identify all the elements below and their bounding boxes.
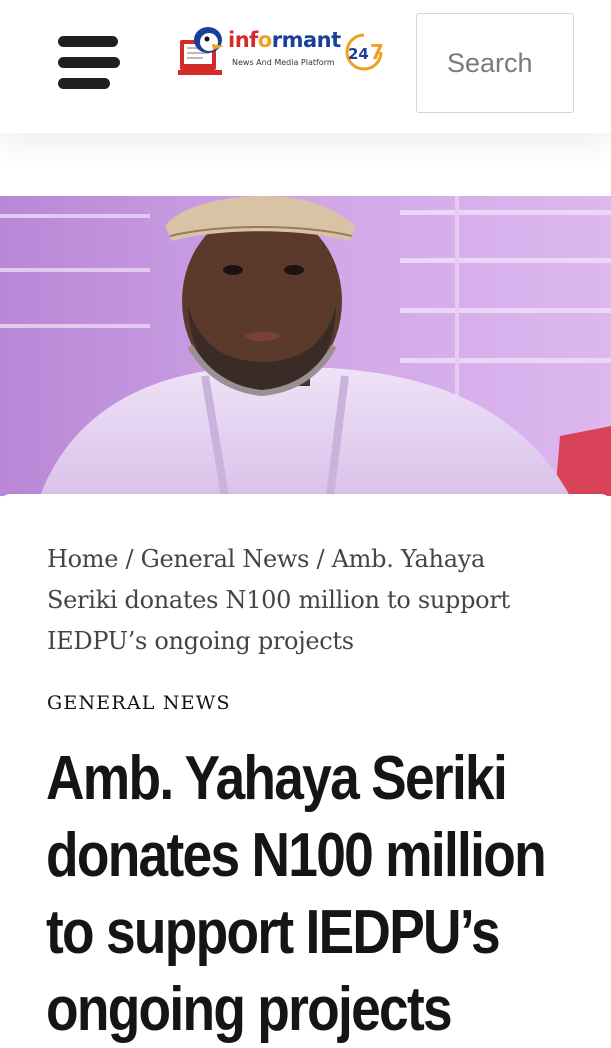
article-content: Home / General News / Amb. Yahaya Seriki…: [0, 494, 611, 1044]
logo-mascot-icon: [178, 27, 224, 75]
logo-wordmark: informant: [228, 28, 341, 52]
article-title-line: Amb. Yahaya Seriki: [46, 744, 508, 813]
breadcrumb-separator: /: [118, 545, 141, 573]
logo-number: 247: [348, 40, 384, 64]
breadcrumb-category-link[interactable]: General News: [141, 545, 310, 573]
search-input[interactable]: [416, 13, 574, 113]
menu-bar-icon: [58, 57, 120, 68]
article-title: Amb. Yahaya Seriki donates N100 million …: [46, 740, 547, 1048]
menu-bar-icon: [58, 78, 110, 89]
site-header: informant 247 News And Media Platform: [0, 0, 611, 133]
article-title-line: donates N100 million: [46, 821, 547, 890]
hamburger-menu-button[interactable]: [58, 34, 120, 90]
article-category-link[interactable]: GENERAL NEWS: [47, 692, 231, 714]
hero-portrait: [0, 196, 611, 496]
breadcrumb: Home / General News / Amb. Yahaya Seriki…: [47, 539, 547, 662]
hero-image: [0, 196, 611, 496]
site-logo[interactable]: informant 247 News And Media Platform: [176, 24, 386, 86]
logo-tagline: News And Media Platform: [232, 58, 335, 67]
article-title-line: to support IEDPU’s: [46, 898, 501, 967]
article-title-line: ongoing projects: [46, 975, 453, 1044]
breadcrumb-separator: /: [309, 545, 332, 573]
breadcrumb-home-link[interactable]: Home: [47, 545, 118, 573]
menu-bar-icon: [58, 36, 118, 47]
